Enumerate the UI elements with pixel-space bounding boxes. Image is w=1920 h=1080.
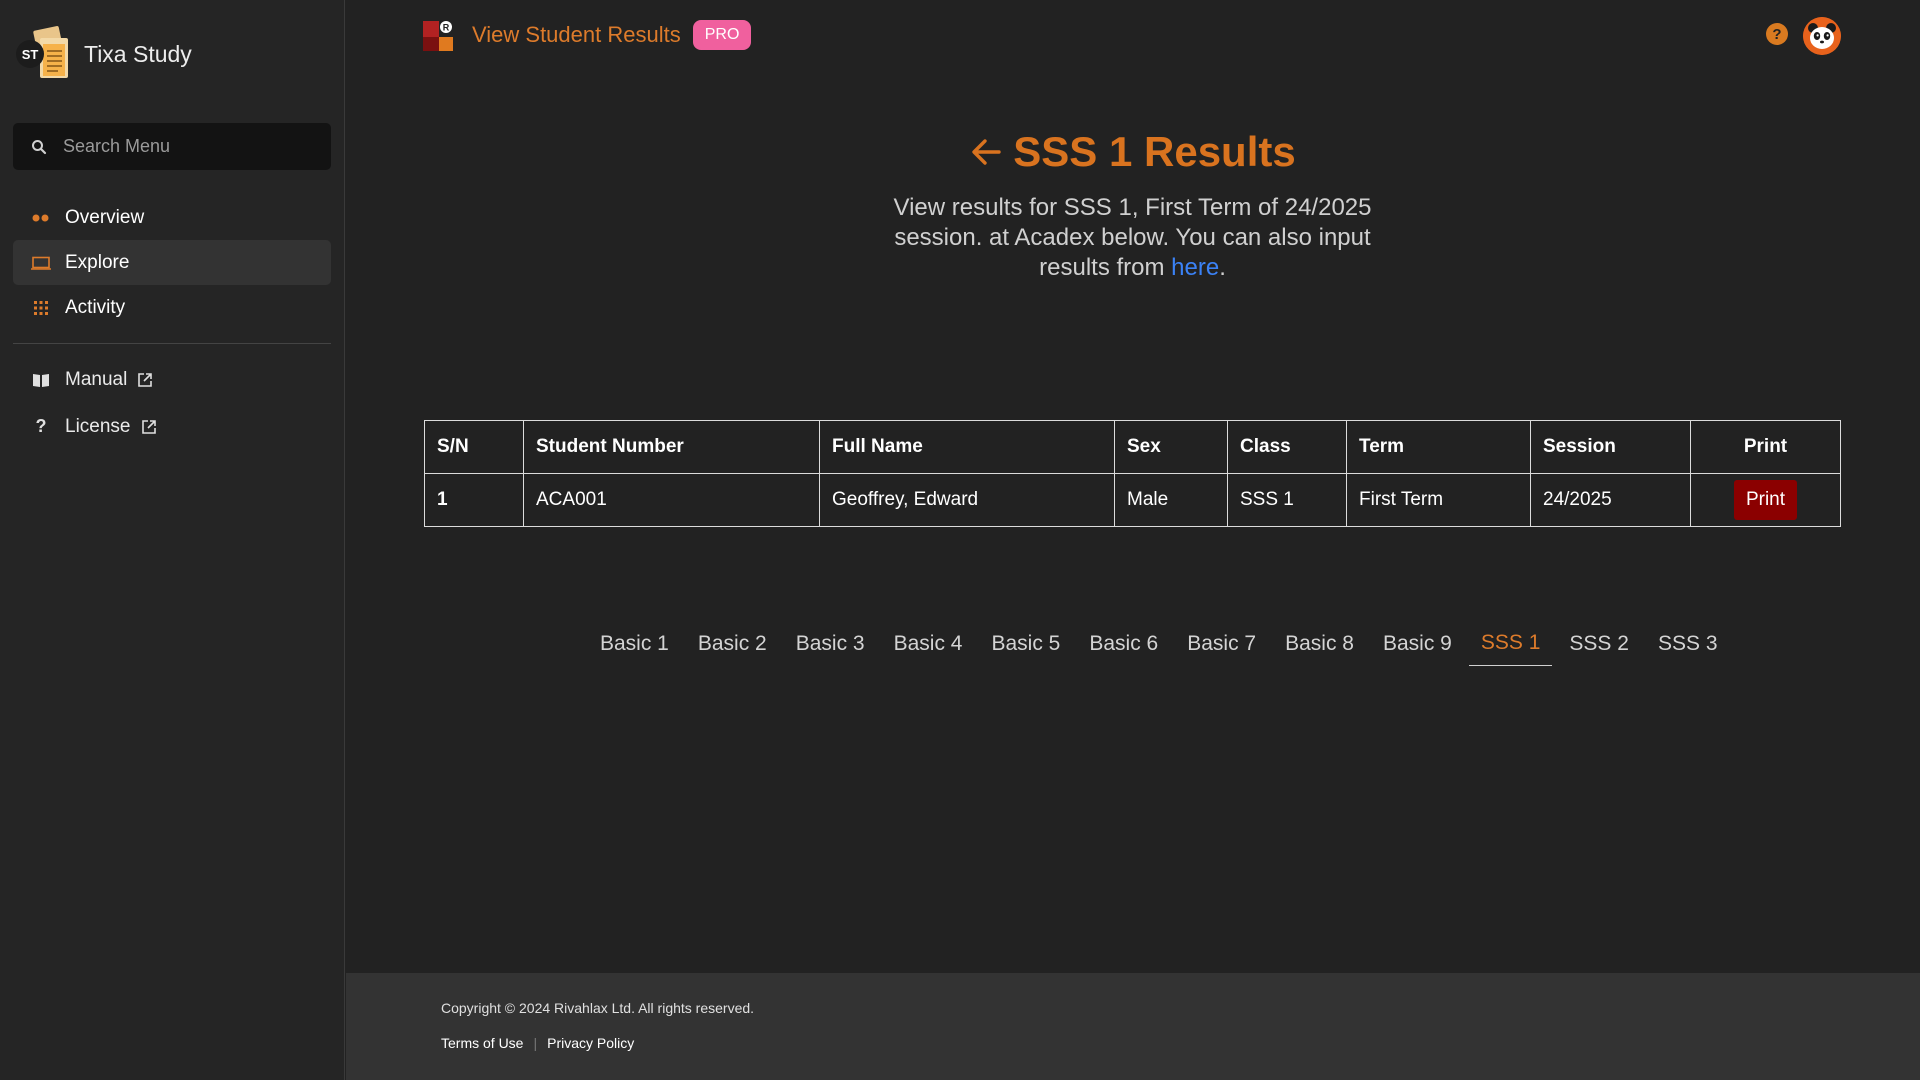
question-icon: ? [35,416,47,436]
tab-basic-9[interactable]: Basic 9 [1371,624,1464,666]
page-title: SSS 1 Results [1013,128,1296,175]
back-arrow-icon[interactable] [969,135,1003,169]
sidebar-item-explore[interactable]: Explore [13,240,331,285]
column-header-student-number: Student Number [523,420,820,474]
terms-link[interactable]: Terms of Use [441,1035,523,1051]
sidebar-item-label: Activity [65,296,126,318]
pro-badge: PRO [692,20,752,50]
tab-basic-4[interactable]: Basic 4 [882,624,975,666]
sidebar-nav: Overview Explore Activity [13,195,331,330]
page-header: R View Student Results PRO [423,18,752,52]
book-icon [31,370,51,390]
dots-icon [31,208,51,228]
tab-basic-6[interactable]: Basic 6 [1077,624,1170,666]
sidebar-links: Manual ? License [13,356,331,450]
tab-sss-2[interactable]: SSS 2 [1557,624,1641,666]
tab-basic-3[interactable]: Basic 3 [784,624,877,666]
grid-icon [31,298,51,318]
tab-basic-5[interactable]: Basic 5 [980,624,1073,666]
tab-basic-2[interactable]: Basic 2 [686,624,779,666]
input-results-link[interactable]: here [1171,254,1219,281]
footer-links: Terms of Use | Privacy Policy [441,1035,634,1051]
cell-class: SSS 1 [1227,473,1347,527]
brand-name: Tixa Study [84,40,192,67]
footer-separator: | [533,1035,538,1051]
column-header-term: Term [1346,420,1531,474]
cell-print: Print [1690,473,1841,527]
panda-icon [1803,17,1841,55]
help-icon[interactable]: ? [1766,23,1788,45]
sidebar-link-label: Manual [65,368,128,390]
column-header-print: Print [1690,420,1841,474]
tab-sss-3[interactable]: SSS 3 [1646,624,1730,666]
svg-text:R: R [443,23,450,33]
tab-sss-1[interactable]: SSS 1 [1468,623,1553,666]
table-row: 1 ACA001 Geoffrey, Edward Male SSS 1 Fir… [424,473,1841,527]
page-subtitle: View results for SSS 1, First Term of 24… [870,193,1395,283]
class-tabs: Basic 1 Basic 2 Basic 3 Basic 4 Basic 5 … [588,623,1735,666]
print-button[interactable]: Print [1733,480,1798,520]
sidebar-link-label: License [65,415,131,437]
external-link-icon [141,419,156,434]
sidebar-link-manual[interactable]: Manual [13,356,331,403]
footer: Copyright © 2024 Rivahlax Ltd. All right… [346,973,1920,1080]
brand-logo-initials: ST [22,47,39,62]
copyright-text: Copyright © 2024 Rivahlax Ltd. All right… [441,1000,755,1016]
sidebar-item-label: Overview [65,206,145,228]
tab-basic-7[interactable]: Basic 7 [1175,624,1268,666]
cell-student-number: ACA001 [523,473,820,527]
sidebar-link-license[interactable]: ? License [13,403,331,450]
column-header-sex: Sex [1114,420,1228,474]
subtitle-end: . [1219,254,1226,281]
privacy-link[interactable]: Privacy Policy [547,1035,634,1051]
cell-session: 24/2025 [1530,473,1691,527]
cell-sn: 1 [424,473,524,527]
external-link-icon [138,372,153,387]
column-header-session: Session [1530,420,1691,474]
cell-term: First Term [1346,473,1531,527]
table-header-row: S/N Student Number Full Name Sex Class T… [424,420,1841,474]
column-header-sn: S/N [424,420,524,474]
cell-sex: Male [1114,473,1228,527]
results-table: S/N Student Number Full Name Sex Class T… [424,420,1841,527]
column-header-class: Class [1227,420,1347,474]
tab-basic-8[interactable]: Basic 8 [1273,624,1366,666]
page-title-wrap: SSS 1 Results [0,128,1920,176]
tab-basic-1[interactable]: Basic 1 [588,624,681,666]
laptop-icon [31,253,51,273]
results-app-icon: R [423,18,455,52]
brand-logo-icon: ST [14,24,74,84]
subtitle-text: View results for SSS 1, First Term of 24… [893,194,1372,281]
sidebar-divider [13,343,331,344]
brand[interactable]: ST Tixa Study [14,24,192,84]
column-header-full-name: Full Name [819,420,1115,474]
sidebar-item-overview[interactable]: Overview [13,195,331,240]
sidebar-item-activity[interactable]: Activity [13,285,331,330]
header-title: View Student Results [472,22,681,47]
cell-full-name: Geoffrey, Edward [819,473,1115,527]
avatar[interactable] [1803,17,1841,55]
sidebar-item-label: Explore [65,251,130,273]
